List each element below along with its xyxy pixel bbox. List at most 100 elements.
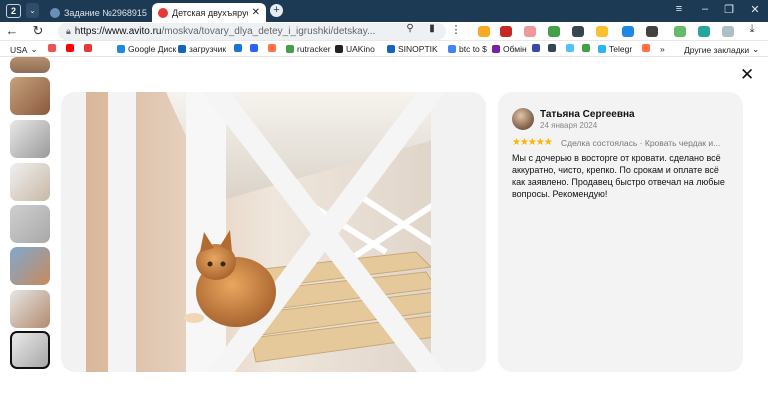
avatar[interactable] xyxy=(512,108,534,130)
extension-face-icon[interactable] xyxy=(524,26,536,37)
bookmarks-bar: USA ⌄ Google Диск загрузчик rutracker UAK… xyxy=(0,41,768,57)
lock-icon: 🔒︎ xyxy=(66,26,71,36)
tab-avito-label: Детская двухъярусная xyxy=(172,7,248,18)
deal-status[interactable]: Сделка состоялась · Кровать чердак и... xyxy=(561,138,731,148)
tab-close-icon[interactable]: ✕ xyxy=(248,7,260,18)
bookmark-ext-d[interactable] xyxy=(582,44,593,52)
bookmark-ext-a[interactable] xyxy=(532,44,543,52)
bookmark-btc[interactable]: btc to $ xyxy=(448,44,487,54)
review-card: Татьяна Сергеевна 24 января 2024 ★★★★★ С… xyxy=(498,92,743,372)
extension-puzzle-icon[interactable] xyxy=(722,26,734,37)
bs-icon xyxy=(548,44,556,52)
bookmark-ext-e[interactable] xyxy=(642,44,653,52)
mail-icon xyxy=(84,44,92,52)
minimize-icon[interactable]: – xyxy=(696,3,714,15)
extension-skype-icon[interactable] xyxy=(698,26,710,37)
sinoptik-icon xyxy=(387,45,395,53)
address-toolbar: ← ↻ 🔒︎ https://www.avito.ru/moskva/tovar… xyxy=(0,22,768,41)
f-icon xyxy=(268,44,276,52)
more-menu-icon[interactable]: ⋮ xyxy=(448,23,464,36)
gallery-thumb-7[interactable] xyxy=(10,290,50,328)
review-author[interactable]: Татьяна Сергеевна xyxy=(540,109,635,120)
tab-counter-icon[interactable]: 2 xyxy=(6,4,21,18)
uakino-icon xyxy=(335,45,343,53)
bookmark-rutracker[interactable]: rutracker xyxy=(286,44,331,54)
bookmark-f[interactable] xyxy=(268,44,279,52)
browser-menu-icon[interactable]: ≡ xyxy=(670,3,688,15)
bookmark-ext-c[interactable] xyxy=(566,44,577,52)
google-icon xyxy=(448,45,456,53)
telegram-icon xyxy=(598,45,606,53)
tab-avito[interactable]: Детская двухъярусная ✕ xyxy=(152,3,266,22)
bookmark-telegram[interactable]: Telegr xyxy=(598,44,632,54)
map-pin-icon xyxy=(582,44,590,52)
bookmark-google-drive[interactable]: Google Диск xyxy=(117,44,176,54)
extension-dark-icon[interactable] xyxy=(646,26,658,37)
exchange-icon xyxy=(492,45,500,53)
extension-arrow-icon[interactable] xyxy=(674,26,686,37)
bookmark-2[interactable] xyxy=(66,44,77,52)
reload-button[interactable]: ↻ xyxy=(30,23,46,39)
extension-shield-icon[interactable] xyxy=(478,26,490,37)
url-path: /moskva/tovary_dlya_detey_i_igrushki/det… xyxy=(161,26,376,37)
extension-ltc-icon[interactable] xyxy=(572,26,584,37)
window-close-icon[interactable]: ✕ xyxy=(746,3,764,16)
review-photo-viewer: ✕ Татьяна Сергеевна 24 января 2024 ★★★★★… xyxy=(0,57,768,409)
extension-youtube-icon[interactable] xyxy=(500,26,512,37)
bookmark-uakino[interactable]: UAKino xyxy=(335,44,375,54)
download-icon[interactable]: ⤓ xyxy=(744,23,760,36)
bookmark-icon xyxy=(48,44,56,52)
bed-cat-photo xyxy=(86,92,461,372)
bookmark-usa[interactable]: USA ⌄ xyxy=(10,44,38,55)
rutracker-icon xyxy=(286,45,294,53)
tab-task-label: Задание №2968915 - про xyxy=(64,7,148,18)
tab-task[interactable]: Задание №2968915 - про xyxy=(44,3,148,22)
gallery-thumb-4[interactable] xyxy=(10,163,50,201)
gallery-thumb-1[interactable] xyxy=(10,57,50,73)
url-host: https://www.avito.ru xyxy=(74,26,162,37)
star-icon xyxy=(566,44,574,52)
bookmark-sinoptik[interactable]: SINOPTIK xyxy=(387,44,438,54)
close-viewer-button[interactable]: ✕ xyxy=(740,66,754,83)
bookmark-other[interactable]: Другие закладки ⌄ xyxy=(684,44,759,55)
review-photo[interactable] xyxy=(86,92,461,372)
tab-list-chevron-icon[interactable]: ⌄ xyxy=(26,3,39,18)
bookmark-vk2[interactable] xyxy=(250,44,261,52)
gallery-thumb-5[interactable] xyxy=(10,205,50,243)
gallery-thumb-2[interactable] xyxy=(10,77,50,115)
new-tab-button[interactable]: + xyxy=(270,4,283,17)
bookmark-3[interactable] xyxy=(84,44,95,52)
bookmark-page-icon[interactable]: ▮ xyxy=(424,23,440,34)
gallery-thumb-8-selected[interactable] xyxy=(10,331,50,369)
restore-icon[interactable]: ❐ xyxy=(720,3,738,16)
bookmark-ext-b[interactable] xyxy=(548,44,559,52)
task-favicon-icon xyxy=(50,7,60,18)
review-text: Мы с дочерью в восторге от кровати. сдел… xyxy=(512,153,725,199)
bookmark-vk[interactable] xyxy=(234,44,245,52)
translate-icon[interactable]: ⚲ xyxy=(402,23,418,34)
google-drive-icon xyxy=(117,45,125,53)
vk-icon xyxy=(234,44,242,52)
browser-tab-bar: 2 ⌄ Задание №2968915 - про Детская двухъ… xyxy=(0,0,768,22)
youtube-icon xyxy=(66,44,74,52)
url-bar[interactable]: 🔒︎ https://www.avito.ru/moskva/tovary_dl… xyxy=(58,23,446,40)
bookmark-downloader[interactable]: загрузчик xyxy=(178,44,226,54)
chevron-down-icon: ⌄ xyxy=(752,44,760,54)
extension-folder-icon[interactable] xyxy=(596,26,608,37)
avito-favicon-icon xyxy=(158,7,168,18)
bookmark-obmin[interactable]: Обмін xyxy=(492,44,527,54)
gallery-thumb-3[interactable] xyxy=(10,120,50,158)
vk2-icon xyxy=(250,44,258,52)
rating-stars: ★★★★★ xyxy=(512,137,553,148)
downloader-icon xyxy=(178,45,186,53)
review-date: 24 января 2024 xyxy=(540,121,598,130)
gallery-thumb-6[interactable] xyxy=(10,247,50,285)
extension-money-icon[interactable] xyxy=(548,26,560,37)
extension-download-icon[interactable] xyxy=(622,26,634,37)
chevron-down-icon: ⌄ xyxy=(30,44,38,54)
bookmarks-overflow-icon[interactable]: » xyxy=(660,44,665,54)
bookmark-1[interactable] xyxy=(48,44,59,52)
blogger-icon xyxy=(642,44,650,52)
diamond-icon xyxy=(532,44,540,52)
back-button[interactable]: ← xyxy=(4,23,20,38)
